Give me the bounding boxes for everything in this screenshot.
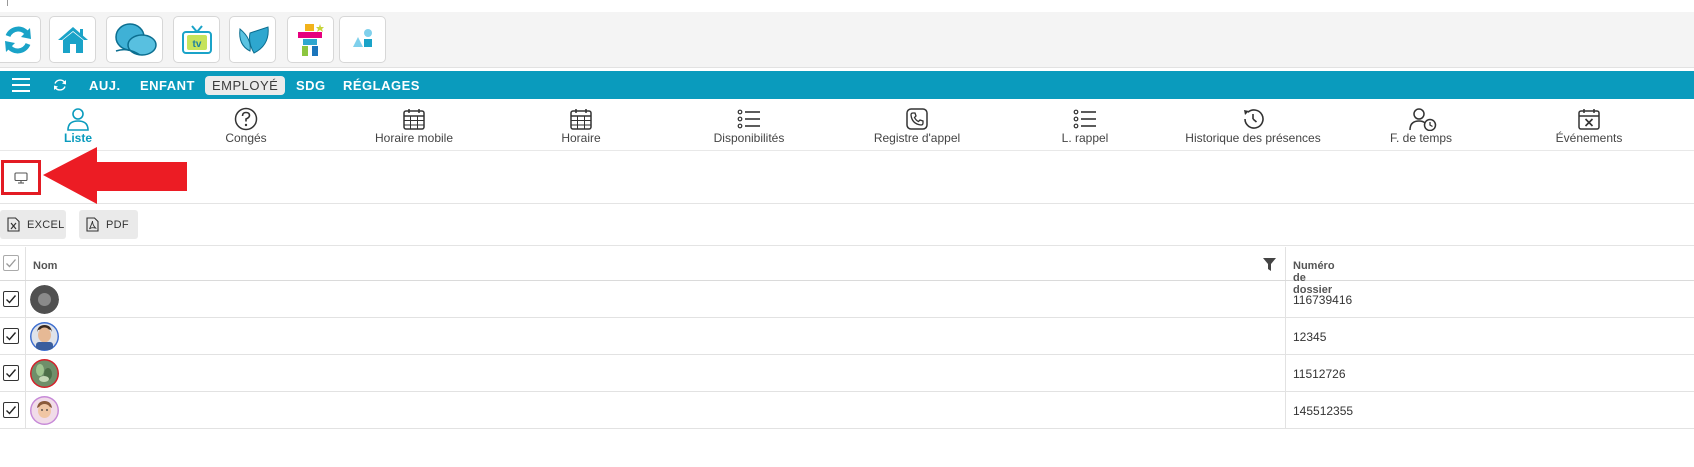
question-icon — [234, 107, 258, 131]
subnav-item-registre-appel[interactable]: Registre d'appel — [833, 99, 1001, 151]
menu-icon[interactable] — [12, 78, 30, 92]
export-toolbar: EXCEL PDF — [0, 205, 1694, 246]
select-all-checkbox[interactable] — [3, 255, 19, 271]
app-tv-button[interactable]: tv — [173, 16, 220, 63]
child-photo-avatar — [30, 396, 59, 425]
monitor-icon — [14, 171, 28, 184]
tab-auj[interactable]: AUJ. — [89, 76, 121, 95]
row-checkbox-cell — [0, 318, 26, 354]
employee-table: Nom Numéro de dossier 116739416 12345 11… — [0, 247, 1694, 429]
table-row[interactable]: 145512355 — [0, 392, 1694, 429]
home-icon — [57, 26, 88, 53]
app-blue-logo-button[interactable] — [106, 16, 163, 63]
subnav-label: Disponibilités — [713, 131, 785, 145]
subnav-item-evenements[interactable]: Événements — [1505, 99, 1673, 151]
calendar-icon — [570, 109, 592, 130]
svg-text:tv: tv — [192, 39, 201, 50]
employee-subnav: Liste Congés Horaire mobile Horaire Disp… — [0, 99, 1694, 151]
subnav-label: Registre d'appel — [873, 131, 961, 145]
desktop-view-button[interactable] — [1, 160, 41, 195]
view-toolbar — [0, 152, 1694, 204]
dossier-number: 116739416 — [1293, 293, 1353, 307]
app-shapes-button[interactable] — [339, 16, 386, 63]
top-strip — [0, 0, 1694, 12]
subnav-item-historique-presences[interactable]: Historique des présences — [1169, 99, 1337, 151]
gray-circle-avatar — [30, 285, 59, 314]
blue-logo-icon — [114, 22, 157, 56]
cursor-mark — [7, 0, 8, 6]
row-checkbox-cell — [0, 281, 26, 317]
row-checkbox-cell — [0, 355, 26, 391]
table-row[interactable]: 11512726 — [0, 355, 1694, 392]
subnav-item-liste-rappel[interactable]: L. rappel — [1001, 99, 1169, 151]
home-button[interactable] — [49, 16, 96, 63]
name-column-header[interactable]: Nom — [27, 247, 1286, 280]
subnav-label: F. de temps — [1389, 131, 1453, 145]
highlight-arrow-icon — [43, 147, 187, 204]
subnav-item-feuille-temps[interactable]: F. de temps — [1337, 99, 1505, 151]
tab-reglages[interactable]: RÉGLAGES — [343, 76, 420, 95]
calendar-x-icon — [1578, 109, 1600, 130]
subnav-label: Horaire — [561, 131, 601, 145]
row-name-cell — [27, 355, 1286, 391]
column-header-nom: Nom — [33, 260, 58, 272]
subnav-label: L. rappel — [1061, 131, 1109, 145]
subnav-label: Liste — [63, 131, 92, 145]
excel-label: EXCEL — [27, 218, 65, 231]
butterfly-icon — [238, 25, 269, 54]
main-nav-bar: AUJ. ENFANT EMPLOYÉ SDG RÉGLAGES — [0, 71, 1694, 99]
table-row[interactable]: 12345 — [0, 318, 1694, 355]
app-launcher-bar: tv — [0, 12, 1694, 68]
subnav-label: Événements — [1555, 131, 1623, 145]
person-icon — [67, 108, 89, 131]
subnav-item-disponibilites[interactable]: Disponibilités — [665, 99, 833, 151]
phone-icon — [906, 108, 928, 130]
list-icon — [1073, 109, 1096, 129]
subnav-item-horaire[interactable]: Horaire — [497, 99, 665, 151]
refresh-button[interactable] — [0, 16, 41, 63]
excel-file-icon — [7, 217, 20, 232]
plant-photo-avatar — [30, 359, 59, 388]
table-row[interactable]: 116739416 — [0, 281, 1694, 318]
list-icon — [737, 109, 760, 129]
row-checkbox[interactable] — [3, 402, 19, 418]
refresh-icon[interactable] — [52, 77, 68, 93]
subnav-item-horaire-mobile[interactable]: Horaire mobile — [330, 99, 498, 151]
tab-employe[interactable]: EMPLOYÉ — [205, 76, 286, 95]
inukshuk-icon — [297, 23, 324, 56]
app-inukshuk-button[interactable] — [287, 16, 334, 63]
table-header-row: Nom Numéro de dossier — [0, 247, 1694, 296]
man-photo-avatar — [30, 322, 59, 351]
row-checkbox[interactable] — [3, 365, 19, 381]
excel-export-button[interactable]: EXCEL — [0, 210, 66, 239]
tab-sdg[interactable]: SDG — [296, 76, 326, 95]
tab-enfant[interactable]: ENFANT — [140, 76, 195, 95]
dossier-number: 145512355 — [1293, 404, 1354, 418]
history-icon — [1244, 109, 1264, 129]
dossier-number: 12345 — [1293, 330, 1327, 344]
pdf-export-button[interactable]: PDF — [79, 210, 138, 239]
select-all-cell — [0, 247, 26, 280]
row-checkbox[interactable] — [3, 291, 19, 307]
row-name-cell — [27, 318, 1286, 354]
subnav-label: Historique des présences — [1185, 131, 1321, 145]
subnav-label: Horaire mobile — [374, 131, 454, 145]
subnav-label: Congés — [225, 131, 267, 145]
row-checkbox[interactable] — [3, 328, 19, 344]
refresh-icon — [4, 26, 31, 53]
person-clock-icon — [1409, 108, 1437, 131]
tv-icon: tv — [181, 24, 212, 54]
row-checkbox-cell — [0, 392, 26, 428]
calendar-icon — [403, 109, 425, 130]
row-name-cell — [27, 281, 1286, 317]
shapes-icon — [352, 28, 372, 47]
filter-icon[interactable] — [1263, 258, 1276, 271]
pdf-file-icon — [86, 217, 99, 232]
row-name-cell — [27, 392, 1286, 428]
dossier-number: 11512726 — [1293, 367, 1346, 381]
app-butterfly-button[interactable] — [229, 16, 276, 63]
pdf-label: PDF — [106, 218, 129, 231]
